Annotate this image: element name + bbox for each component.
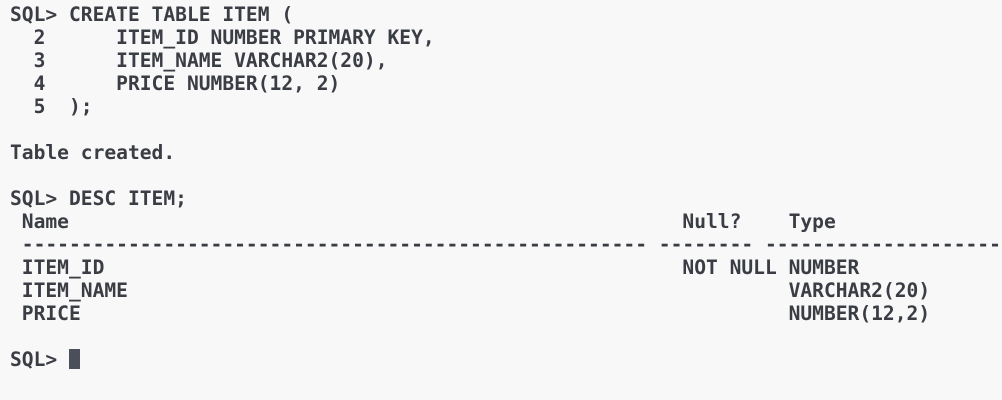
sqlplus-terminal[interactable]: SQL> CREATE TABLE ITEM ( 2 ITEM_ID NUMBE… <box>0 0 1002 400</box>
sql-prompt: SQL> <box>10 348 69 371</box>
create-table-line-3: 3 ITEM_NAME VARCHAR2(20), <box>10 49 388 72</box>
create-result-message: Table created. <box>10 141 176 164</box>
desc-separator-row: ----------------------------------------… <box>10 233 1002 256</box>
create-table-line-5: 5 ); <box>10 95 93 118</box>
create-table-command: SQL> CREATE TABLE ITEM ( <box>10 3 294 26</box>
text-cursor[interactable] <box>68 349 80 369</box>
desc-header-row: Name Null? Type <box>10 210 836 233</box>
create-table-line-2: 2 ITEM_ID NUMBER PRIMARY KEY, <box>10 26 435 49</box>
desc-row: PRICE NUMBER(12,2) <box>10 302 931 325</box>
desc-row: ITEM_ID NOT NULL NUMBER <box>10 256 860 279</box>
desc-command: SQL> DESC ITEM; <box>10 187 187 210</box>
create-table-line-4: 4 PRICE NUMBER(12, 2) <box>10 72 341 95</box>
prompt-line[interactable]: SQL> <box>10 348 1002 371</box>
desc-row: ITEM_NAME VARCHAR2(20) <box>10 279 931 302</box>
